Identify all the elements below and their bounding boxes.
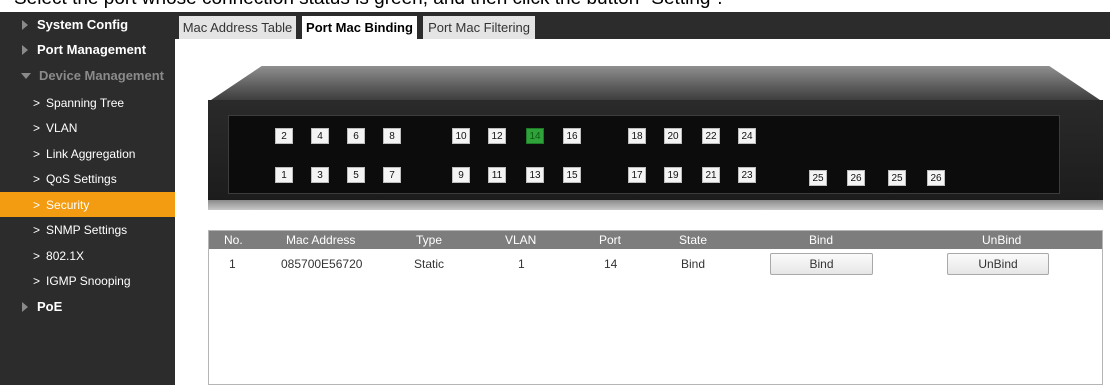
unbind-button[interactable]: UnBind [947,253,1049,275]
sidebar-item-vlan[interactable]: > VLAN [0,115,175,140]
sidebar-item-port-management[interactable]: Port Management [0,37,175,62]
header-no: No. [224,233,243,247]
port-17[interactable]: 17 [628,167,646,183]
switch-top-bevel [208,66,1103,102]
port-1[interactable]: 1 [275,167,293,183]
sidebar-item-spanning-tree[interactable]: > Spanning Tree [0,90,175,115]
sidebar-item-label: Port Management [37,42,147,57]
port-24[interactable]: 24 [738,128,756,144]
port-9[interactable]: 9 [452,167,470,183]
tab-port-mac-binding[interactable]: Port Mac Binding [302,16,420,39]
triangle-down-icon [21,72,31,79]
tab-mac-address-table[interactable]: Mac Address Table [179,16,299,39]
port-12[interactable]: 12 [488,128,506,144]
port-15[interactable]: 15 [563,167,581,183]
chevron-right-icon: > [33,171,41,186]
sidebar-item-label: QoS Settings [46,171,117,186]
port-7[interactable]: 7 [383,167,401,183]
cell-no: 1 [229,257,236,271]
header-port: Port [599,233,622,247]
port-26[interactable]: 26 [847,170,865,186]
port-8[interactable]: 8 [383,128,401,144]
sidebar-item-device-management[interactable]: Device Management [0,63,175,88]
port-6[interactable]: 6 [347,128,365,144]
port-19[interactable]: 19 [664,167,682,183]
sidebar-item-security[interactable]: > Security [0,192,175,217]
sidebar-item-link-aggregation[interactable]: > Link Aggregation [0,141,175,166]
header-bind: Bind [809,233,834,247]
sidebar: System Config Port Management Device Man… [0,12,175,385]
triangle-right-icon [22,301,28,312]
header-type: Type [416,233,443,247]
sidebar-item-label: SNMP Settings [46,222,128,237]
mac-binding-table: No. Mac Address Type VLAN Port State Bin… [208,230,1103,385]
chevron-right-icon: > [33,248,41,263]
header-vlan: VLAN [505,233,537,247]
tab-bar: Mac Address Table Port Mac Binding Port … [175,12,1110,39]
triangle-right-icon [22,19,28,30]
chevron-right-icon: > [33,95,41,110]
port-22[interactable]: 22 [702,128,720,144]
sidebar-item-label: PoE [37,299,63,314]
sidebar-item-label: VLAN [46,120,78,135]
chevron-right-icon: > [33,146,41,161]
chevron-right-icon: > [33,120,41,135]
sidebar-item-qos-settings[interactable]: > QoS Settings [0,166,175,191]
port-4[interactable]: 4 [311,128,329,144]
sidebar-item-label: Security [46,197,90,212]
bind-button[interactable]: Bind [770,253,873,275]
port-18[interactable]: 18 [628,128,646,144]
port-2[interactable]: 2 [275,128,293,144]
cell-type: Static [414,257,445,271]
tab-port-mac-filtering[interactable]: Port Mac Filtering [423,16,538,39]
port-13[interactable]: 13 [526,167,544,183]
cell-state: Bind [681,257,706,271]
sidebar-item-label: Spanning Tree [46,95,125,110]
sidebar-item-802-1x[interactable]: > 802.1X [0,243,175,268]
port-3[interactable]: 3 [311,167,329,183]
port-25-fiber[interactable]: 25 [888,170,906,186]
sidebar-item-label: Link Aggregation [46,146,136,161]
port-21[interactable]: 21 [702,167,720,183]
port-14[interactable]: 14 [526,128,544,144]
port-20[interactable]: 20 [664,128,682,144]
port-5[interactable]: 5 [347,167,365,183]
table-row: 1 085700E56720 Static 1 14 Bind Bind UnB… [209,249,1102,279]
port-25[interactable]: 25 [809,170,827,186]
port-23[interactable]: 23 [738,167,756,183]
sidebar-item-label: Device Management [39,68,164,83]
triangle-right-icon [22,44,28,55]
cell-vlan: 1 [518,257,525,271]
switch-bottom-edge [208,200,1103,210]
port-16[interactable]: 16 [563,128,581,144]
sidebar-item-system-config[interactable]: System Config [0,12,175,37]
header-mac-address: Mac Address [286,233,356,247]
sidebar-item-igmp-snooping[interactable]: > IGMP Snooping [0,268,175,293]
chevron-right-icon: > [33,197,41,212]
sidebar-item-label: System Config [37,17,129,32]
cell-mac-address: 085700E56720 [281,257,363,271]
cell-port: 14 [604,257,618,271]
table-header: No. Mac Address Type VLAN Port State Bin… [209,231,1102,249]
port-11[interactable]: 11 [488,167,506,183]
sidebar-item-label: IGMP Snooping [46,273,131,288]
sidebar-item-poe[interactable]: PoE [0,294,175,319]
chevron-right-icon: > [33,273,41,288]
port-10[interactable]: 10 [452,128,470,144]
header-state: State [679,233,708,247]
instruction-caption: Select the port whose connection status … [0,0,1110,11]
sidebar-item-label: 802.1X [46,248,85,263]
port-26-fiber[interactable]: 26 [927,170,945,186]
chevron-right-icon: > [33,222,41,237]
header-unbind: UnBind [982,233,1022,247]
sidebar-item-snmp-settings[interactable]: > SNMP Settings [0,217,175,242]
